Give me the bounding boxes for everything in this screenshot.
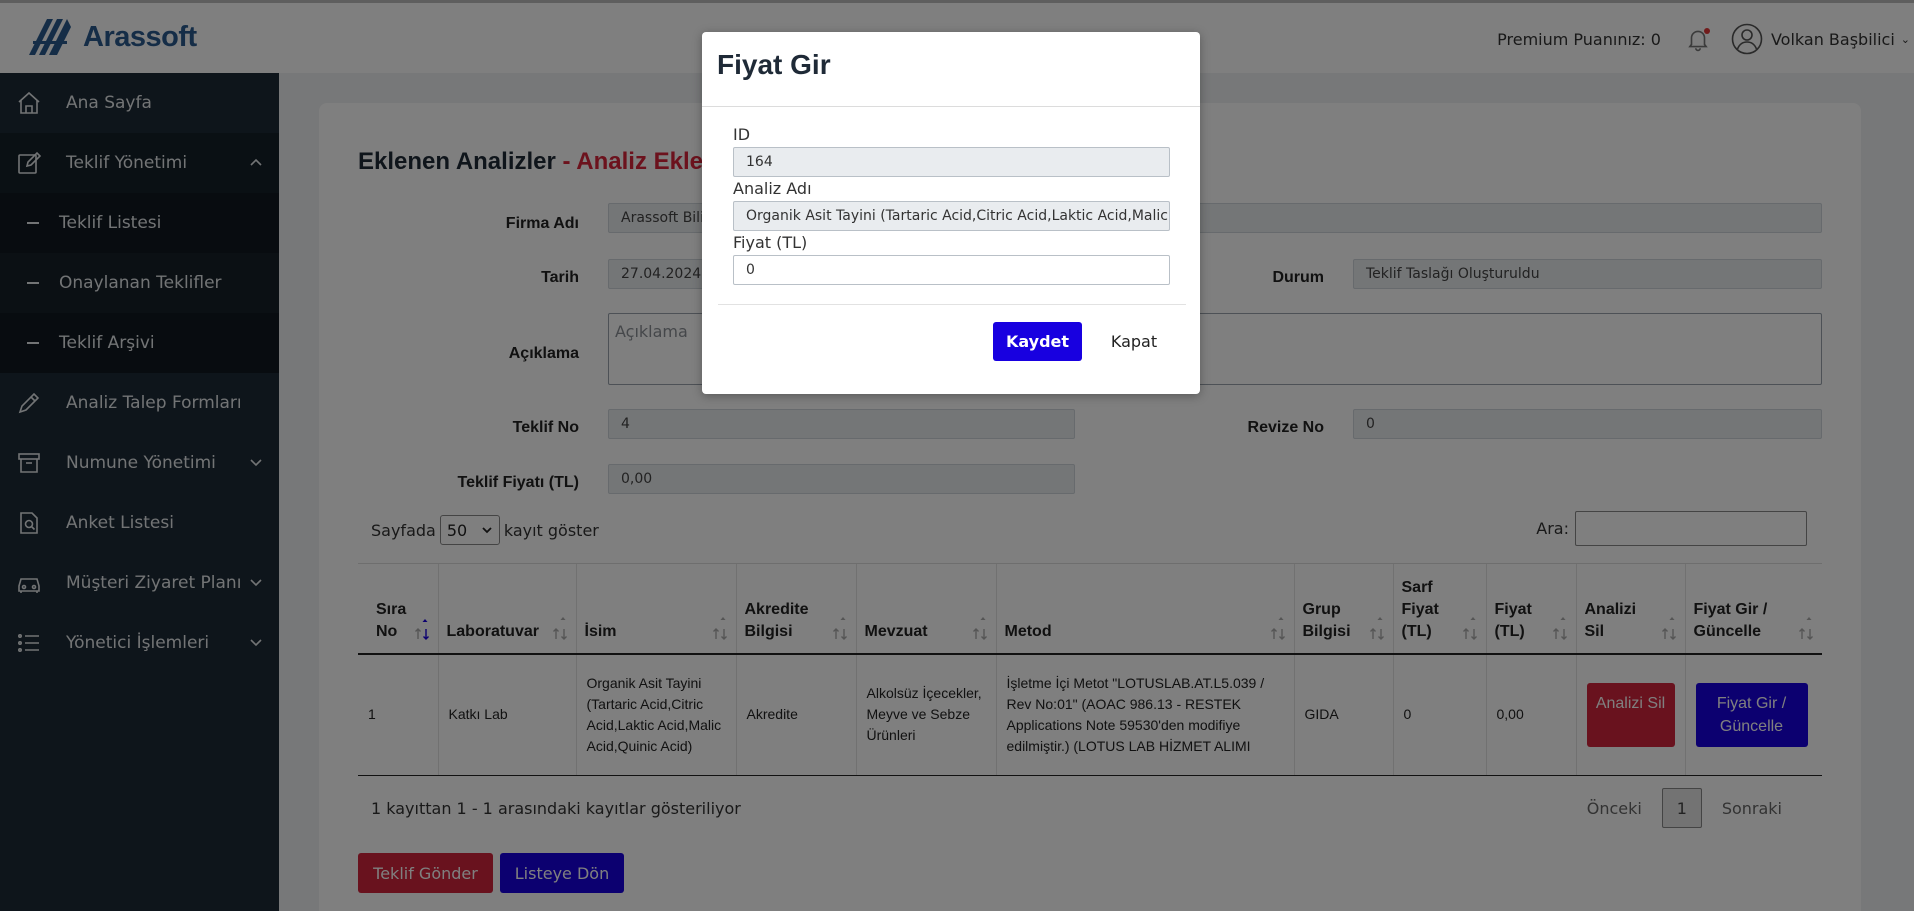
analysis-name-field[interactable]: Organik Asit Tayini (Tartaric Acid,Citri… [733, 201, 1170, 231]
modal-divider [702, 106, 1200, 107]
id-field[interactable]: 164 [733, 147, 1170, 177]
analysis-name-label: Analiz Adı [733, 179, 812, 198]
price-input[interactable]: 0 [733, 255, 1170, 285]
price-modal: Fiyat Gir ID 164 Analiz Adı Organik Asit… [702, 32, 1200, 394]
id-label: ID [733, 125, 751, 144]
modal-title: Fiyat Gir [717, 49, 831, 80]
price-label: Fiyat (TL) [733, 233, 808, 252]
modal-footer-divider [718, 304, 1186, 305]
save-button[interactable]: Kaydet [993, 322, 1082, 361]
close-button[interactable]: Kapat [1099, 322, 1169, 361]
